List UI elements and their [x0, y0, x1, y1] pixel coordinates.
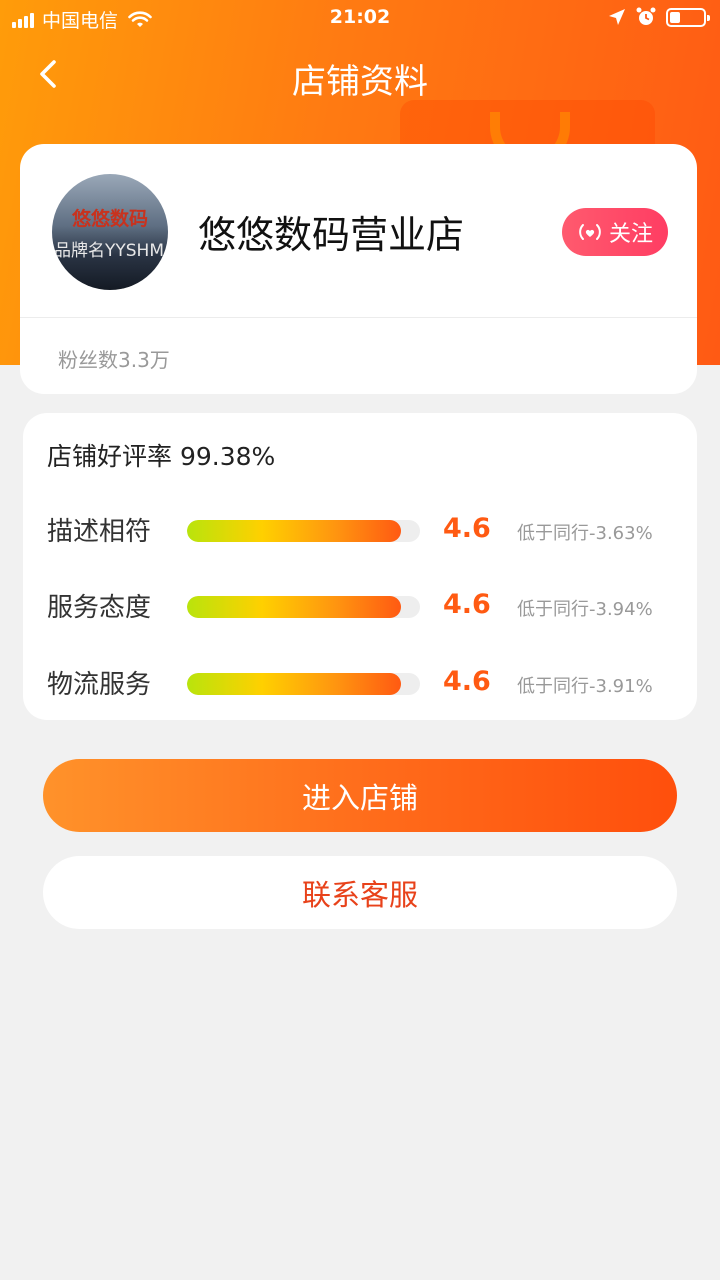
- rating-card: 店铺好评率 99.38% 描述相符 4.6 低于同行-3.63% 服务态度 4.…: [23, 413, 697, 720]
- battery-icon: [666, 7, 710, 27]
- rating-label: 服务态度: [47, 593, 152, 623]
- rating-row: 描述相符 4.6 低于同行-3.63%: [23, 511, 697, 555]
- location-arrow-icon: [609, 9, 625, 25]
- rating-label: 描述相符: [47, 517, 152, 547]
- rating-score: 4.6: [443, 666, 491, 697]
- positive-rate-title: 店铺好评率 99.38%: [47, 442, 276, 471]
- broadcast-heart-icon: [579, 224, 601, 240]
- divider: [20, 317, 697, 318]
- follow-label: 关注: [608, 222, 653, 247]
- avatar-brand-subtext: 品牌名YYSHM: [54, 241, 165, 261]
- rating-row: 物流服务 4.6 低于同行-3.91%: [23, 664, 697, 708]
- alarm-clock-icon: [636, 7, 656, 25]
- rating-bar: [187, 520, 420, 542]
- rating-row: 服务态度 4.6 低于同行-3.94%: [23, 587, 697, 631]
- page-title: 店铺资料: [292, 62, 428, 102]
- store-profile-page: 中国电信 21:02 店铺资料 悠悠数码 品牌名YYSHM 悠悠数码营业店 关注…: [0, 0, 720, 1280]
- rating-bar-fill: [187, 596, 402, 618]
- avatar-brand-text: 悠悠数码: [71, 208, 148, 230]
- status-bar: 中国电信 21:02: [0, 0, 720, 38]
- rating-compare: 低于同行-3.63%: [517, 523, 653, 544]
- rating-compare: 低于同行-3.91%: [517, 676, 653, 697]
- rating-bar: [187, 673, 420, 695]
- enter-store-button[interactable]: 进入店铺: [43, 759, 677, 832]
- rating-score: 4.6: [443, 589, 491, 620]
- rating-bar: [187, 596, 420, 618]
- rating-score: 4.6: [443, 513, 491, 544]
- store-info-card: 悠悠数码 品牌名YYSHM 悠悠数码营业店 关注 粉丝数3.3万: [20, 144, 697, 394]
- nav-bar: 店铺资料: [0, 40, 720, 110]
- fans-count: 粉丝数3.3万: [58, 348, 170, 372]
- status-right: [608, 7, 710, 27]
- store-avatar[interactable]: 悠悠数码 品牌名YYSHM: [52, 174, 168, 290]
- store-name: 悠悠数码营业店: [198, 213, 465, 257]
- contact-service-button[interactable]: 联系客服: [43, 856, 677, 929]
- rating-label: 物流服务: [47, 670, 152, 700]
- rating-bar-fill: [187, 673, 402, 695]
- rating-bar-fill: [187, 520, 402, 542]
- rating-compare: 低于同行-3.94%: [517, 599, 653, 620]
- follow-button[interactable]: 关注: [562, 208, 668, 256]
